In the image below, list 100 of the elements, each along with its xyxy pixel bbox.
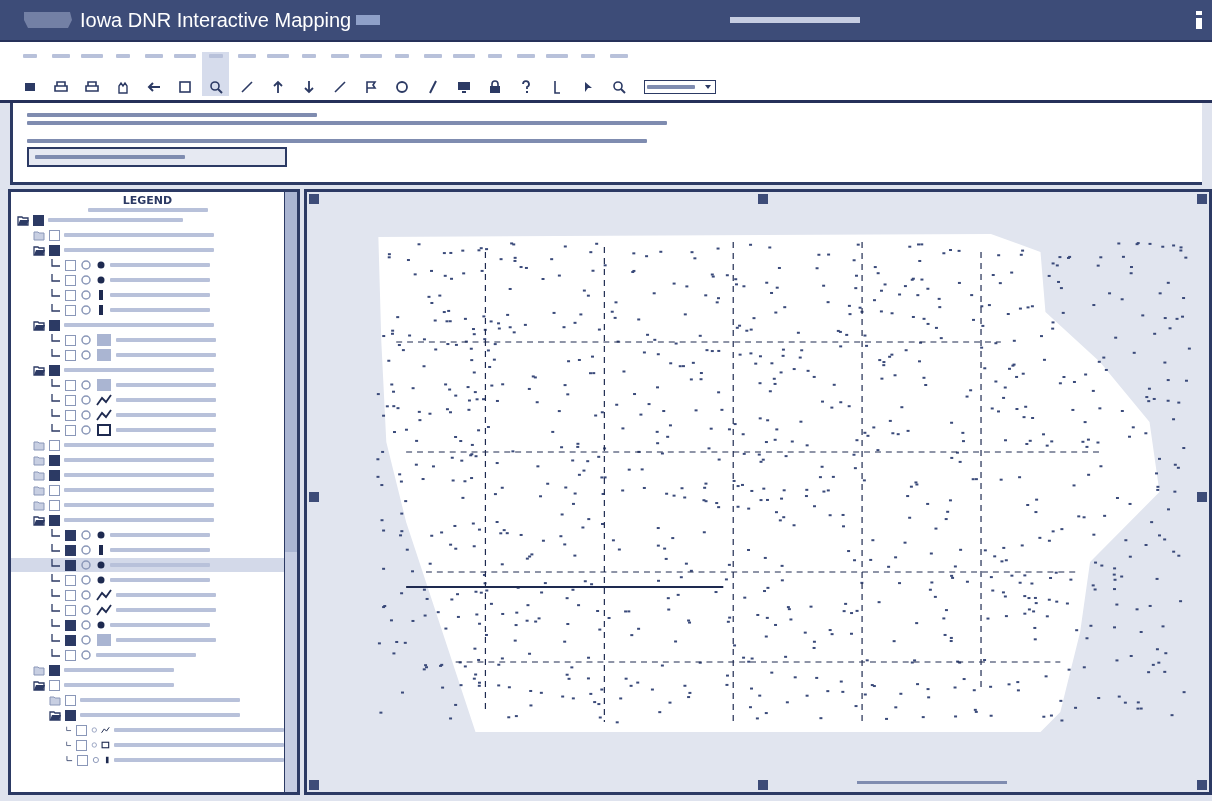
extent-icon (177, 80, 192, 94)
toolbar-button[interactable] (543, 52, 570, 96)
lock-icon (487, 80, 502, 94)
scrollbar[interactable] (284, 192, 297, 792)
eye-icon[interactable] (90, 724, 98, 736)
folder-icon[interactable] (33, 439, 45, 451)
layer-checkbox[interactable] (65, 424, 76, 436)
toolbar-button[interactable] (264, 52, 291, 96)
zoom-icon (611, 80, 626, 94)
layer-checkbox[interactable] (65, 409, 76, 421)
window-title: Iowa DNR Interactive Mapping (80, 8, 352, 32)
layer-checkbox[interactable] (65, 379, 76, 391)
layer-checkbox[interactable] (49, 679, 60, 691)
toolbar-button[interactable] (171, 52, 198, 96)
eye-icon[interactable] (80, 379, 92, 391)
eye-icon[interactable] (90, 739, 98, 751)
layer-checkbox[interactable] (65, 334, 76, 346)
folder-open-icon[interactable] (17, 214, 29, 226)
eye-icon[interactable] (80, 574, 92, 586)
eye-icon[interactable] (80, 529, 92, 541)
area-symbol-icon (96, 333, 112, 347)
layer-checkbox[interactable] (65, 544, 76, 556)
toolbar-button[interactable] (357, 52, 384, 96)
eye-icon[interactable] (80, 649, 92, 661)
layer-checkbox[interactable] (33, 214, 44, 226)
folder-open-icon[interactable] (49, 709, 61, 721)
eye-icon[interactable] (91, 754, 100, 766)
layer-checkbox[interactable] (65, 394, 76, 406)
toolbar-button[interactable] (450, 52, 477, 96)
eye-icon[interactable] (80, 589, 92, 601)
printer-icon (84, 80, 99, 94)
line-symbol-icon (96, 394, 112, 406)
layer-checkbox[interactable] (49, 499, 60, 511)
layer-checkbox[interactable] (65, 304, 76, 316)
layer-checkbox[interactable] (49, 664, 60, 676)
layer-checkbox[interactable] (49, 244, 60, 256)
layer-checkbox[interactable] (49, 454, 60, 466)
layer-checkbox[interactable] (49, 364, 60, 376)
toolbar-button[interactable] (202, 52, 229, 96)
point-symbol-icon (96, 530, 106, 540)
layer-checkbox[interactable] (49, 439, 60, 451)
layer-checkbox[interactable] (65, 259, 76, 271)
eye-icon[interactable] (80, 334, 92, 346)
layer-checkbox[interactable] (49, 229, 60, 241)
bar-symbol-icon (96, 544, 106, 556)
folder-open-icon[interactable] (33, 244, 45, 256)
layer-checkbox[interactable] (65, 619, 76, 631)
layer-checkbox[interactable] (65, 604, 76, 616)
back-icon (146, 80, 161, 94)
folder-open-icon[interactable] (33, 514, 45, 526)
eye-icon[interactable] (80, 394, 92, 406)
eye-icon[interactable] (80, 409, 92, 421)
folder-icon[interactable] (33, 484, 45, 496)
eye-icon[interactable] (80, 289, 92, 301)
layer-checkbox[interactable] (65, 694, 76, 706)
eye-icon[interactable] (80, 304, 92, 316)
folder-open-icon[interactable] (33, 679, 45, 691)
layer-checkbox[interactable] (65, 649, 76, 661)
eye-icon[interactable] (80, 634, 92, 646)
bar-symbol-icon (103, 754, 110, 766)
eye-icon[interactable] (80, 559, 92, 571)
layer-checkbox[interactable] (65, 529, 76, 541)
eye-icon[interactable] (80, 424, 92, 436)
folder-open-icon[interactable] (33, 364, 45, 376)
eye-icon[interactable] (80, 619, 92, 631)
layer-checkbox[interactable] (65, 574, 76, 586)
folder-icon[interactable] (33, 469, 45, 481)
line-symbol-icon (96, 409, 112, 421)
down-icon (301, 80, 316, 94)
layer-checkbox[interactable] (65, 289, 76, 301)
layer-checkbox[interactable] (65, 559, 76, 571)
zoom-icon (208, 80, 223, 94)
layer-checkbox[interactable] (65, 589, 76, 601)
eye-icon[interactable] (80, 274, 92, 286)
layer-checkbox[interactable] (65, 709, 76, 721)
help-icon[interactable] (1194, 9, 1204, 31)
scale-dropdown[interactable] (644, 80, 716, 94)
layer-row[interactable] (11, 558, 284, 572)
line-symbol-icon (96, 604, 112, 616)
layer-checkbox[interactable] (65, 349, 76, 361)
eye-icon[interactable] (80, 349, 92, 361)
layer-checkbox[interactable] (49, 319, 60, 331)
outline-symbol-icon (96, 423, 112, 437)
point-symbol-icon (96, 620, 106, 630)
eye-icon[interactable] (80, 544, 92, 556)
eye-icon[interactable] (80, 604, 92, 616)
layer-checkbox[interactable] (75, 739, 87, 751)
layer-checkbox[interactable] (65, 634, 76, 646)
layer-checkbox[interactable] (49, 484, 60, 496)
layer-checkbox[interactable] (49, 514, 60, 526)
folder-open-icon[interactable] (33, 319, 45, 331)
line-symbol-icon (96, 589, 112, 601)
layer-checkbox[interactable] (75, 724, 87, 736)
layer-checkbox[interactable] (65, 274, 76, 286)
monitor-icon (456, 80, 471, 94)
folder-icon[interactable] (33, 454, 45, 466)
layer-checkbox[interactable] (76, 754, 88, 766)
address-field[interactable] (27, 147, 287, 167)
eye-icon[interactable] (80, 259, 92, 271)
layer-checkbox[interactable] (49, 469, 60, 481)
